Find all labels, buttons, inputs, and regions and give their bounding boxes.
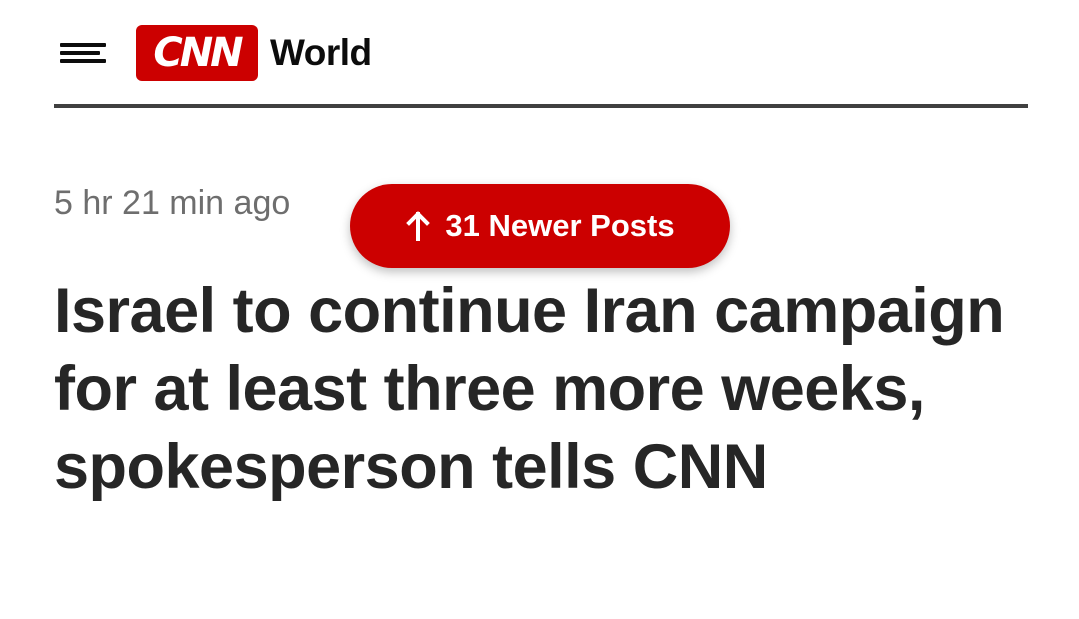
header-divider bbox=[54, 104, 1028, 108]
menu-line bbox=[60, 51, 100, 55]
live-news-page: CNN World 5 hr 21 min ago 31 Newer Posts… bbox=[0, 0, 1079, 619]
header: CNN World bbox=[54, 18, 1028, 88]
hamburger-menu-icon[interactable] bbox=[60, 33, 108, 73]
menu-line bbox=[60, 43, 106, 47]
post-headline: Israel to continue Iran campaign for at … bbox=[54, 276, 1005, 502]
post-timestamp: 5 hr 21 min ago bbox=[54, 184, 291, 222]
menu-line bbox=[60, 59, 106, 63]
cnn-logo[interactable]: CNN bbox=[136, 25, 258, 81]
section-title[interactable]: World bbox=[270, 32, 372, 74]
newer-posts-button[interactable]: 31 Newer Posts bbox=[350, 184, 730, 268]
newer-posts-label: 31 Newer Posts bbox=[445, 208, 675, 243]
cnn-logo-text: CNN bbox=[153, 30, 243, 76]
arrow-up-icon bbox=[405, 210, 431, 242]
cnn-logo-badge: CNN bbox=[136, 25, 258, 81]
